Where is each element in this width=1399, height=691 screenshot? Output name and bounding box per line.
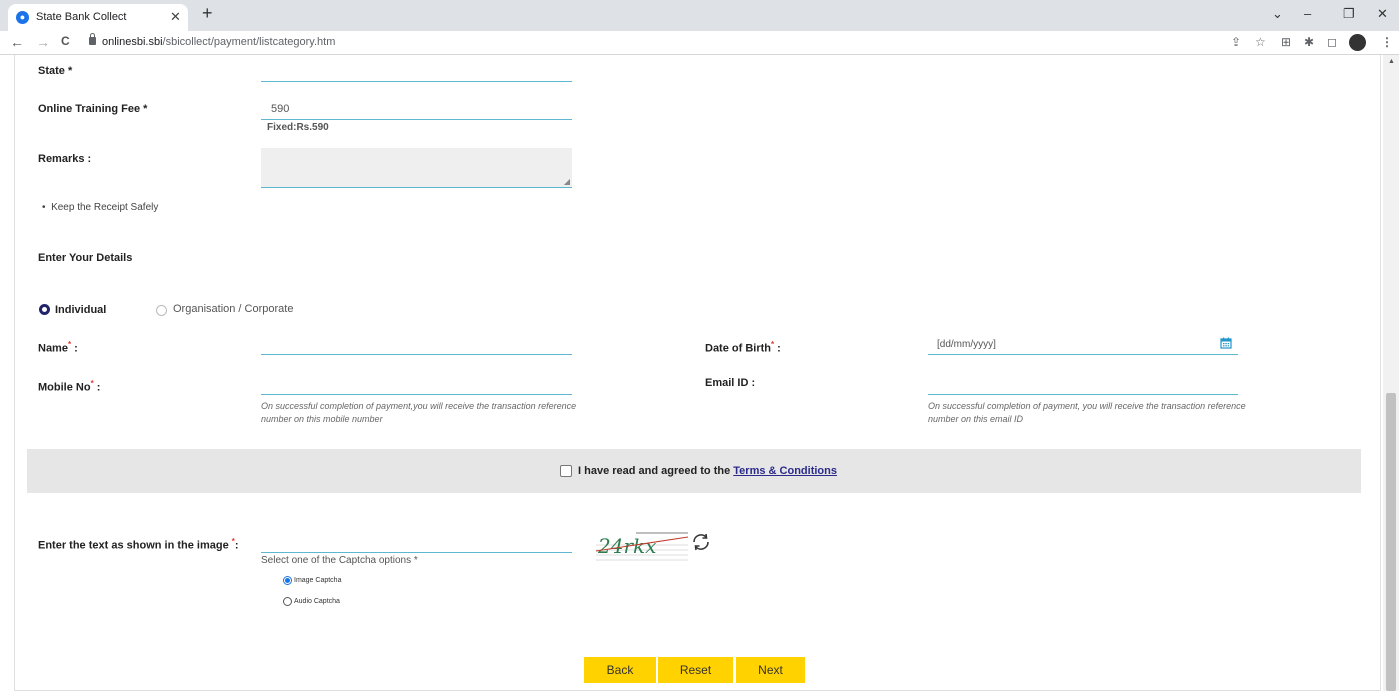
organisation-label[interactable]: Organisation / Corporate bbox=[173, 303, 293, 315]
tab-close-icon[interactable]: ✕ bbox=[170, 9, 181, 25]
minimize-button[interactable]: – bbox=[1304, 6, 1311, 21]
address-bar: ← → C onlinesbi.sbi/sbicollect/payment/l… bbox=[0, 31, 1399, 55]
page: State * Online Training Fee * 590 Fixed:… bbox=[0, 55, 1399, 691]
captcha-label: Enter the text as shown in the image *: bbox=[38, 537, 239, 552]
organisation-radio[interactable] bbox=[156, 305, 167, 316]
calendar-icon[interactable] bbox=[1220, 337, 1232, 349]
url-field[interactable]: onlinesbi.sbi/sbicollect/payment/listcat… bbox=[102, 36, 335, 48]
dob-input[interactable]: [dd/mm/yyyy] bbox=[937, 339, 996, 350]
next-button[interactable]: Next bbox=[736, 657, 805, 683]
share-icon[interactable]: ⇪ bbox=[1231, 35, 1241, 49]
sidepanel-icon[interactable]: ◻ bbox=[1327, 35, 1337, 49]
new-tab-button[interactable]: + bbox=[202, 3, 213, 24]
url-host: onlinesbi.sbi bbox=[102, 36, 163, 48]
lock-icon[interactable] bbox=[89, 33, 96, 45]
email-label: Email ID : bbox=[705, 377, 756, 389]
puzzle-icon[interactable]: ✱ bbox=[1304, 35, 1314, 49]
back-button[interactable]: Back bbox=[584, 657, 656, 683]
restore-button[interactable]: ❐ bbox=[1343, 6, 1355, 22]
tab-title: State Bank Collect bbox=[36, 11, 127, 23]
scroll-thumb[interactable] bbox=[1386, 393, 1396, 691]
forward-arrow-icon[interactable]: → bbox=[36, 34, 50, 50]
audio-captcha-label[interactable]: Audio Captcha bbox=[294, 598, 340, 605]
name-label: Name* : bbox=[38, 340, 78, 355]
star-icon[interactable]: ☆ bbox=[1255, 35, 1266, 49]
mobile-hint: On successful completion of payment,you … bbox=[261, 401, 577, 424]
terms-bar: I have read and agreed to the Terms & Co… bbox=[27, 449, 1361, 493]
menu-icon[interactable]: ⋮ bbox=[1381, 35, 1393, 49]
captcha-options-heading: Select one of the Captcha options * bbox=[261, 555, 418, 566]
state-field[interactable] bbox=[261, 81, 572, 82]
captcha-input[interactable] bbox=[261, 552, 572, 553]
scroll-up-icon[interactable]: ▲ bbox=[1388, 58, 1395, 65]
reset-button[interactable]: Reset bbox=[658, 657, 733, 683]
back-arrow-icon[interactable]: ← bbox=[10, 34, 24, 50]
fee-label: Online Training Fee * bbox=[38, 103, 148, 115]
page-scrollbar[interactable]: ▲ bbox=[1383, 55, 1399, 691]
form-container: State * Online Training Fee * 590 Fixed:… bbox=[14, 55, 1381, 691]
close-window-button[interactable]: ✕ bbox=[1377, 6, 1388, 22]
browser-tab-bar: ● State Bank Collect ✕ + ⌄ – ❐ ✕ bbox=[0, 0, 1399, 31]
fee-field[interactable] bbox=[261, 119, 572, 120]
email-field[interactable] bbox=[928, 394, 1238, 395]
details-heading: Enter Your Details bbox=[38, 252, 133, 264]
individual-label[interactable]: Individual bbox=[55, 304, 106, 316]
profile-avatar[interactable] bbox=[1349, 34, 1366, 51]
dob-field[interactable] bbox=[928, 354, 1238, 355]
image-captcha-label[interactable]: Image Captcha bbox=[294, 577, 341, 584]
state-label: State * bbox=[38, 65, 73, 77]
sbi-favicon-icon: ● bbox=[16, 11, 29, 24]
name-field[interactable] bbox=[261, 354, 572, 355]
receipt-note: • Keep the Receipt Safely bbox=[42, 202, 159, 213]
refresh-icon[interactable] bbox=[690, 531, 712, 553]
fee-value: 590 bbox=[271, 103, 290, 115]
reload-icon[interactable]: C bbox=[61, 34, 70, 48]
mobile-label: Mobile No* : bbox=[38, 379, 101, 394]
captcha-image: 24rkx bbox=[595, 531, 689, 563]
terms-checkbox[interactable] bbox=[560, 465, 572, 477]
mobile-field[interactable] bbox=[261, 394, 572, 395]
terms-text: I have read and agreed to the Terms & Co… bbox=[578, 465, 837, 477]
remarks-label: Remarks : bbox=[38, 153, 92, 165]
tab-search-icon[interactable]: ⌄ bbox=[1272, 6, 1283, 22]
browser-tab[interactable]: ● State Bank Collect ✕ bbox=[8, 4, 188, 31]
audio-captcha-radio[interactable] bbox=[283, 597, 292, 606]
fee-fixed-note: Fixed:Rs.590 bbox=[267, 122, 329, 133]
terms-link[interactable]: Terms & Conditions bbox=[733, 465, 837, 477]
dob-label: Date of Birth* : bbox=[705, 340, 781, 355]
email-hint: On successful completion of payment, you… bbox=[928, 401, 1246, 424]
extension-icon[interactable]: ⊞ bbox=[1281, 35, 1291, 49]
individual-radio[interactable] bbox=[39, 304, 50, 315]
remarks-textarea[interactable]: ◢ bbox=[261, 148, 572, 188]
image-captcha-radio[interactable] bbox=[283, 576, 292, 585]
resize-handle-icon[interactable]: ◢ bbox=[564, 177, 570, 186]
url-path: /sbicollect/payment/listcategory.htm bbox=[162, 36, 336, 48]
